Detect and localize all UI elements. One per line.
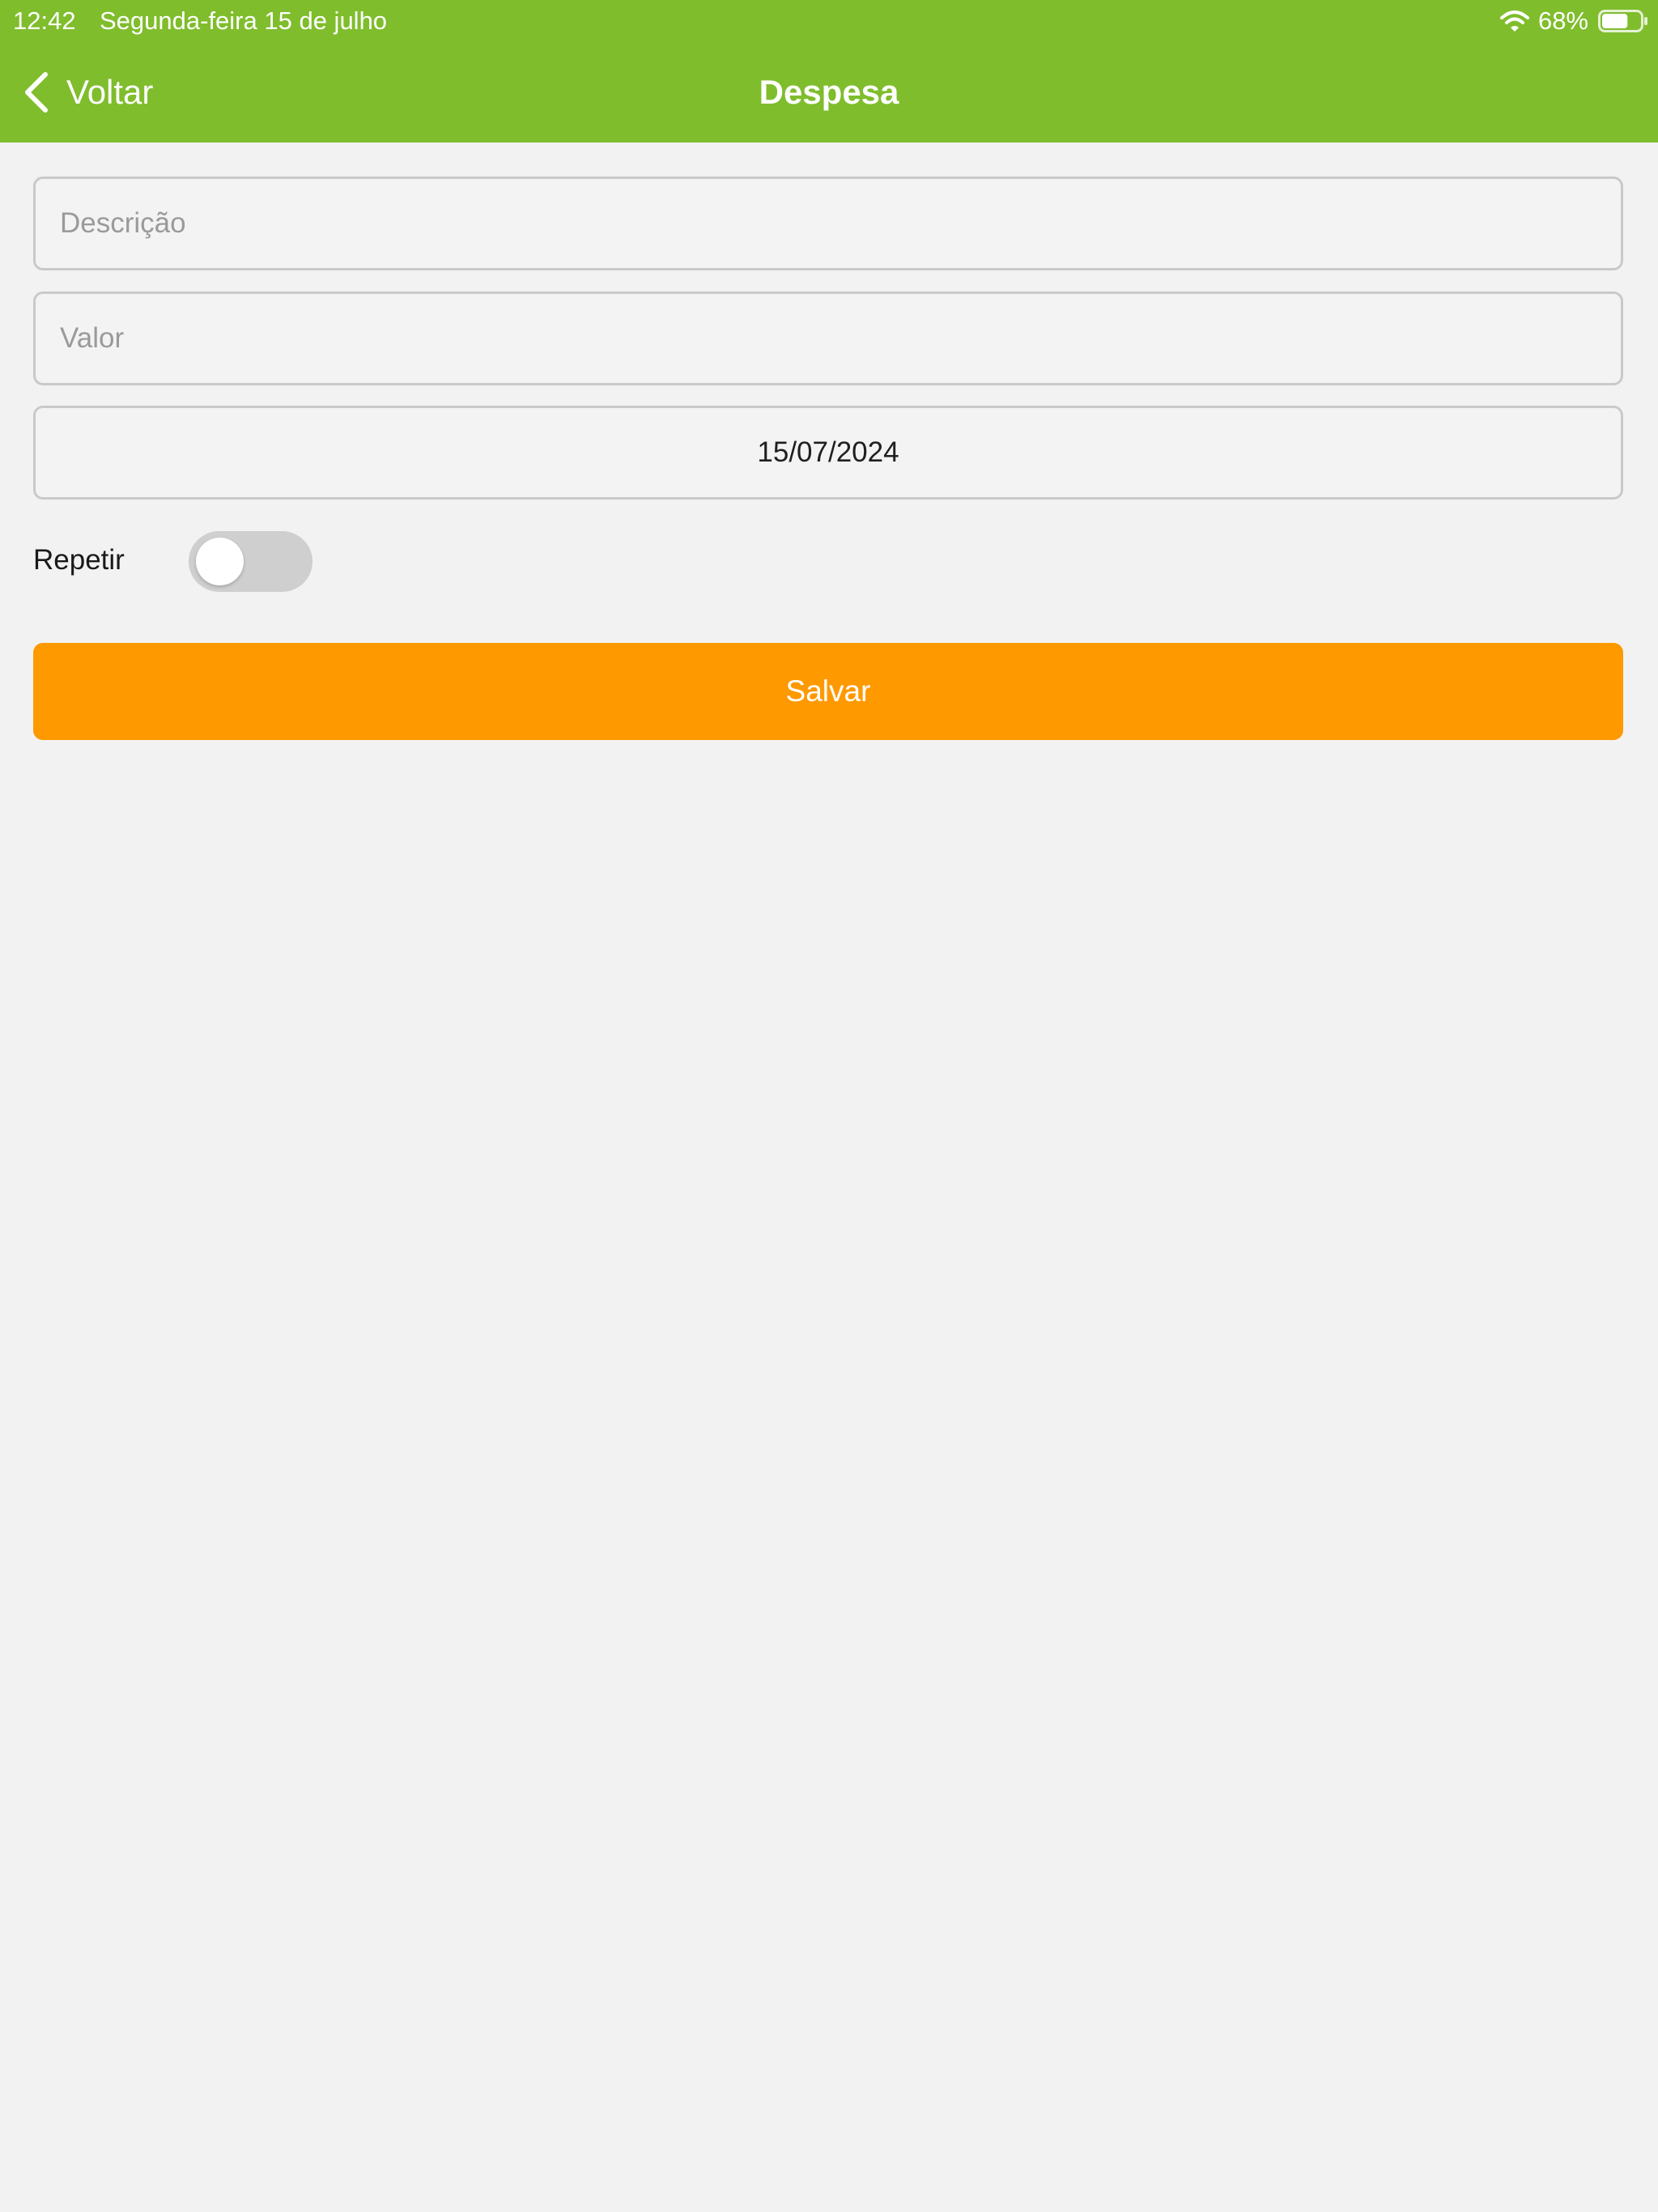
date-input[interactable] (33, 406, 1623, 500)
value-input[interactable] (33, 291, 1623, 385)
repeat-toggle-knob (196, 538, 244, 585)
description-input[interactable] (33, 177, 1623, 270)
battery-percentage: 68% (1537, 6, 1588, 35)
navigation-header: 12:42 Segunda-feira 15 de julho 68% Volt… (0, 0, 1658, 143)
status-indicators: 68% (1499, 5, 1648, 37)
page-title: Despesa (759, 73, 899, 111)
wifi-icon (1499, 11, 1529, 32)
save-button[interactable]: Salvar (33, 643, 1623, 740)
repeat-toggle[interactable] (189, 531, 312, 592)
status-time: 12:42 (13, 6, 76, 35)
battery-fill (1602, 14, 1628, 28)
battery-icon (1598, 10, 1647, 32)
repeat-label: Repetir (33, 544, 125, 576)
status-date: Segunda-feira 15 de julho (100, 6, 388, 35)
